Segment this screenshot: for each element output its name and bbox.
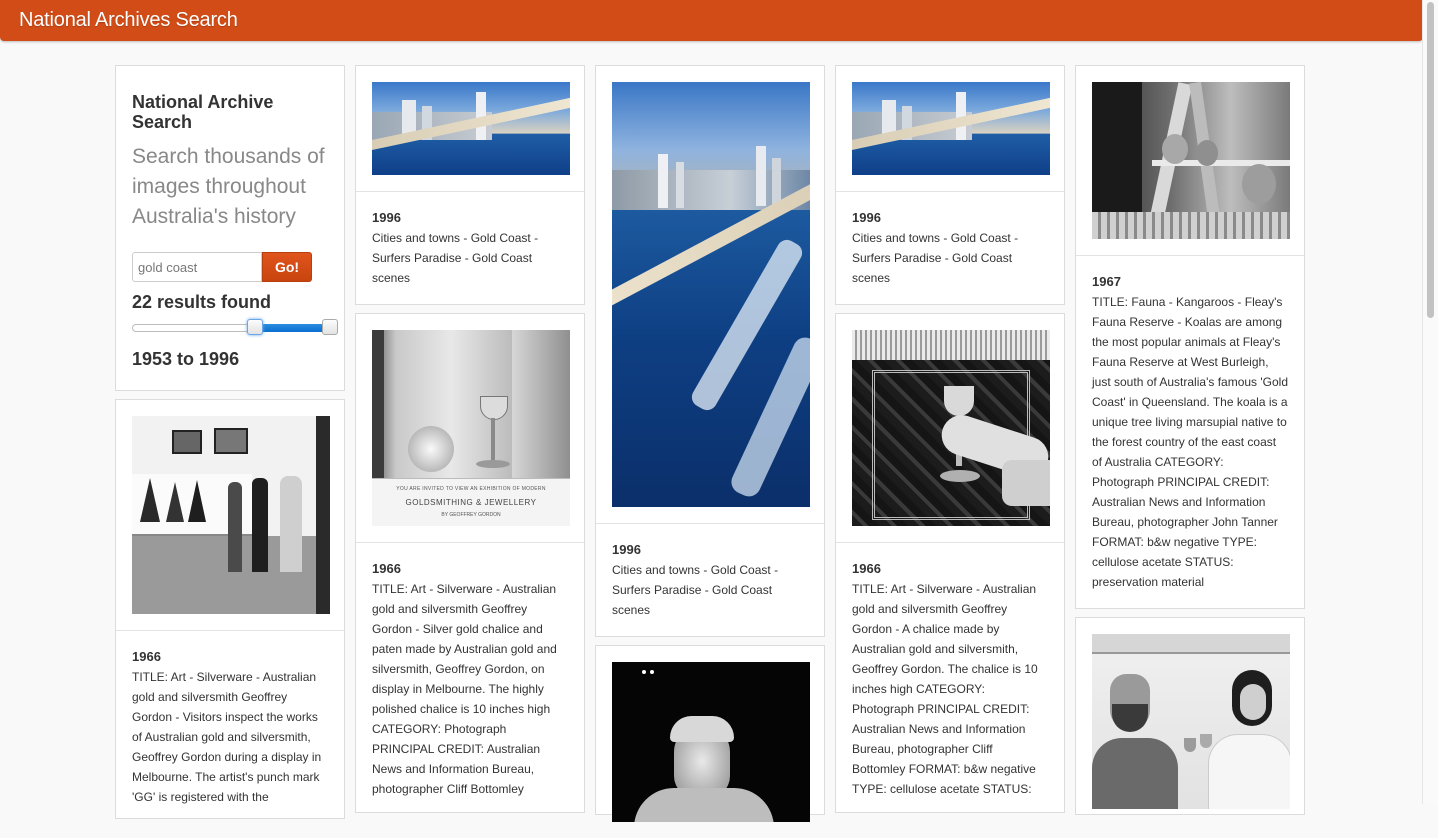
result-text: 1996 Cities and towns - Gold Coast - Sur… (596, 524, 824, 620)
result-card[interactable]: 1996 Cities and towns - Gold Coast - Sur… (595, 65, 825, 637)
brand-title[interactable]: National Archives Search (19, 9, 238, 32)
result-year: 1966 (372, 561, 401, 576)
result-card[interactable]: 1996 Cities and towns - Gold Coast - Sur… (835, 65, 1065, 305)
search-panel-title: National Archive Search (132, 92, 274, 132)
result-text: 1967 TITLE: Fauna - Kangaroos - Fleay's … (1076, 256, 1304, 592)
search-panel-subtitle: Search thousands of images throughout Au… (132, 145, 325, 228)
result-image-container (1076, 66, 1304, 256)
result-year: 1996 (612, 542, 641, 557)
result-text: 1966 TITLE: Art - Silverware - Australia… (836, 543, 1064, 799)
result-description: Cities and towns - Gold Coast - Surfers … (372, 231, 539, 285)
search-input[interactable] (132, 252, 262, 282)
result-year: 1966 (132, 649, 161, 664)
result-description: TITLE: Fauna - Kangaroos - Fleay's Fauna… (1092, 295, 1289, 589)
result-image-container (836, 66, 1064, 192)
slider-handle-from[interactable] (247, 319, 263, 335)
coastline-aerial-photo[interactable] (852, 82, 1050, 175)
result-image-container (116, 400, 344, 631)
result-card[interactable]: 1966 TITLE: Art - Silverware - Australia… (835, 313, 1065, 813)
couple-toast-photo[interactable] (1092, 634, 1290, 809)
result-year: 1996 (852, 210, 881, 225)
result-card[interactable]: YOU ARE INVITED TO VIEW AN EXHIBITION OF… (355, 313, 585, 813)
result-description: Cities and towns - Gold Coast - Surfers … (612, 563, 779, 617)
result-year: 1967 (1092, 274, 1121, 289)
result-description: TITLE: Art - Silverware - Australian gol… (132, 670, 322, 804)
year-range-slider[interactable] (132, 319, 338, 337)
result-image-container (596, 646, 824, 838)
slider-handle-to[interactable] (322, 319, 338, 335)
result-description: TITLE: Art - Silverware - Australian gol… (372, 582, 557, 796)
sign-line-3: BY GEOFFREY GORDON (441, 512, 501, 518)
result-card[interactable]: 1966 TITLE: Art - Silverware - Australia… (115, 399, 345, 819)
result-card[interactable]: 1967 TITLE: Fauna - Kangaroos - Fleay's … (1075, 65, 1305, 609)
result-image-container (596, 66, 824, 524)
chalice-display-photo[interactable]: YOU ARE INVITED TO VIEW AN EXHIBITION OF… (372, 330, 570, 526)
go-button[interactable]: Go! (262, 252, 312, 282)
slider-selected-range (255, 324, 329, 332)
result-image-container (836, 314, 1064, 543)
result-card[interactable]: 1996 Cities and towns - Gold Coast - Sur… (355, 65, 585, 305)
page-scrollbar[interactable] (1422, 0, 1438, 804)
result-year: 1996 (372, 210, 401, 225)
year-range-text: 1953 to 1996 (132, 349, 240, 369)
top-navbar: National Archives Search (0, 0, 1423, 41)
coastline-aerial-photo[interactable] (372, 82, 570, 175)
gallery-visitors-photo[interactable] (132, 416, 330, 614)
sign-line-1: YOU ARE INVITED TO VIEW AN EXHIBITION OF… (396, 486, 546, 492)
scrollbar-thumb[interactable] (1427, 2, 1434, 318)
result-image-container (356, 66, 584, 192)
result-image-container (1076, 618, 1304, 825)
result-text: 1966 TITLE: Art - Silverware - Australia… (116, 631, 344, 807)
chalice-hand-photo[interactable] (852, 330, 1050, 526)
search-form: Go! (132, 252, 328, 282)
result-year: 1966 (852, 561, 881, 576)
portrait-man-photo[interactable] (612, 662, 810, 822)
coastline-aerial-tall-photo[interactable] (612, 82, 810, 507)
search-panel: National Archive Search Search thousands… (115, 65, 345, 391)
result-card[interactable] (595, 645, 825, 822)
result-description: TITLE: Art - Silverware - Australian gol… (852, 582, 1038, 796)
result-text: 1996 Cities and towns - Gold Coast - Sur… (836, 192, 1064, 288)
koalas-photo[interactable] (1092, 82, 1290, 239)
result-card[interactable] (1075, 617, 1305, 815)
result-description: Cities and towns - Gold Coast - Surfers … (852, 231, 1019, 285)
sign-line-2: GOLDSMITHING & JEWELLERY (405, 498, 537, 507)
result-image-container: YOU ARE INVITED TO VIEW AN EXHIBITION OF… (356, 314, 584, 543)
results-count: 22 results found (132, 292, 272, 312)
result-text: 1966 TITLE: Art - Silverware - Australia… (356, 543, 584, 799)
result-text: 1996 Cities and towns - Gold Coast - Sur… (356, 192, 584, 288)
